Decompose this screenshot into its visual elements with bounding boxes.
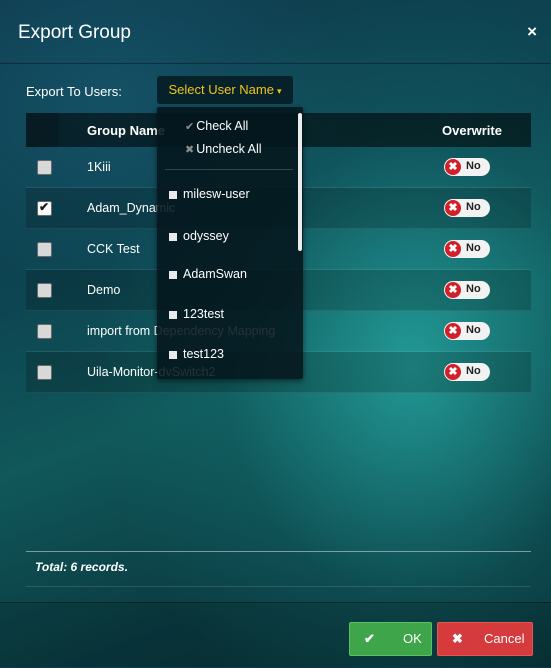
dropdown-user-option[interactable]: AdamSwan [169,267,247,281]
select-user-name-label: Select User Name [168,82,274,97]
option-label: AdamSwan [183,267,247,281]
dropdown-user-option[interactable]: test123 [169,347,224,361]
uncheck-all-label: Uncheck All [196,142,262,156]
cancel-button[interactable]: ✖ Cancel [437,622,533,656]
uncheck-all-option[interactable]: ✖ Uncheck All [185,142,262,156]
overwrite-toggle[interactable]: ✖ No [444,281,490,299]
row-checkbox[interactable] [37,365,52,380]
row-checkbox[interactable] [37,242,52,257]
overwrite-value: No [466,365,481,377]
dialog-title: Export Group [18,22,131,43]
group-name-header[interactable]: Group Name [87,123,165,138]
toggle-off-icon: ✖ [445,200,461,216]
overwrite-value: No [466,242,481,254]
overwrite-toggle[interactable]: ✖ No [444,240,490,258]
user-dropdown-menu: ✔ Check All ✖ Uncheck All milesw-user odyss… [157,107,303,379]
overwrite-value: No [466,201,481,213]
check-all-label: Check All [196,119,249,133]
caret-down-icon: ▾ [276,86,282,96]
export-to-users-label: Export To Users: [26,84,122,99]
total-divider-bottom [26,586,531,587]
option-checkbox[interactable] [169,190,177,199]
toggle-off-icon: ✖ [445,159,461,175]
option-checkbox[interactable] [169,270,177,279]
overwrite-value: No [466,160,481,172]
check-all-option[interactable]: ✔ Check All [185,119,248,133]
total-divider-top [26,551,531,552]
check-icon: ✔ [364,631,375,646]
overwrite-toggle[interactable]: ✖ No [444,158,490,176]
title-divider [0,63,551,64]
close-icon: ✖ [452,631,463,646]
option-checkbox[interactable] [169,232,177,241]
dropdown-divider [165,169,293,170]
overwrite-toggle[interactable]: ✖ No [444,199,490,217]
dialog-titlebar: Export Group × [0,0,551,64]
toggle-off-icon: ✖ [445,282,461,298]
row-checkbox[interactable] [37,324,52,339]
toggle-off-icon: ✖ [445,364,461,380]
select-column-header [26,113,59,147]
option-checkbox[interactable] [169,350,177,359]
toggle-off-icon: ✖ [445,323,461,339]
option-label: test123 [183,347,225,361]
check-icon: ✔ [185,121,195,133]
ok-button[interactable]: ✔ OK [349,622,432,656]
row-checkbox[interactable] [37,283,52,298]
group-name-cell: CCK Test [87,242,140,256]
dropdown-scrollbar[interactable] [298,113,302,251]
option-label: 123test [183,307,225,321]
dropdown-user-option[interactable]: 123test [169,307,224,321]
close-icon[interactable]: × [527,22,537,42]
group-name-cell: 1Kiii [87,160,111,174]
group-name-cell: Demo [87,283,121,297]
overwrite-toggle[interactable]: ✖ No [444,322,490,340]
overwrite-header[interactable]: Overwrite [442,123,502,138]
checkmark-icon: ✔ [39,200,50,214]
option-checkbox[interactable] [169,310,177,319]
select-user-name-dropdown[interactable]: Select User Name ▾ [157,76,293,104]
row-checkbox[interactable]: ✔ [37,200,52,216]
row-checkbox[interactable] [37,160,52,175]
option-label: odyssey [183,229,229,243]
cancel-label: Cancel [484,631,525,646]
dropdown-user-option[interactable]: milesw-user [169,187,250,201]
cross-icon: ✖ [185,144,195,156]
overwrite-toggle[interactable]: ✖ No [444,363,490,381]
toggle-off-icon: ✖ [445,241,461,257]
overwrite-value: No [466,283,481,295]
overwrite-value: No [466,324,481,336]
ok-label: OK [403,631,422,646]
total-records: Total: 6 records. [35,560,128,574]
dropdown-user-option[interactable]: odyssey [169,229,229,243]
option-label: milesw-user [183,187,250,201]
